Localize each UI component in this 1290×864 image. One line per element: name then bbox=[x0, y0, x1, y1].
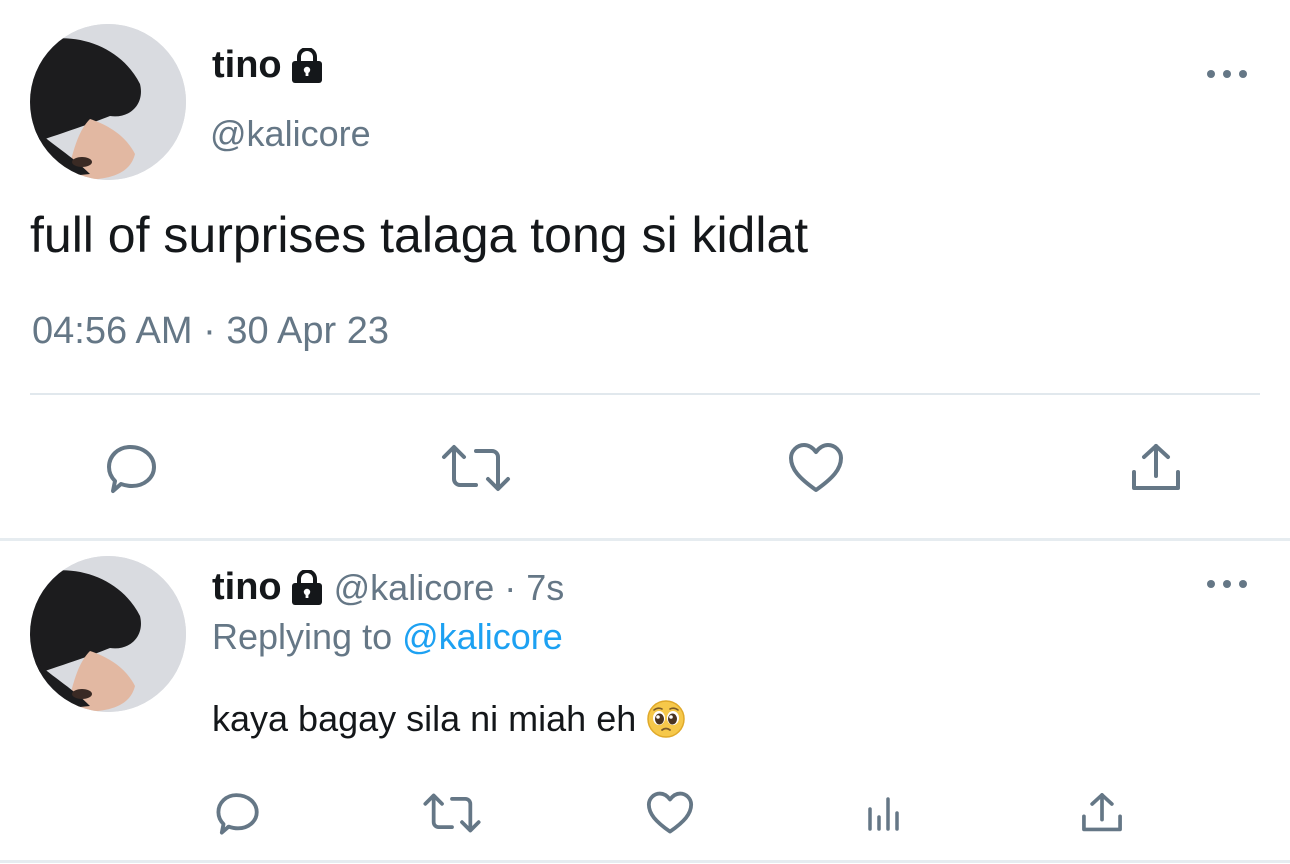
section-divider bbox=[0, 538, 1290, 541]
lock-icon bbox=[290, 46, 324, 84]
bottom-divider bbox=[0, 860, 1290, 863]
user-handle[interactable]: @kalicore bbox=[210, 113, 371, 155]
display-name-text[interactable]: tino bbox=[212, 44, 282, 87]
like-button[interactable] bbox=[642, 788, 698, 838]
retweet-icon bbox=[423, 793, 481, 833]
like-icon bbox=[646, 791, 694, 834]
share-icon bbox=[1132, 444, 1180, 490]
reply-icon bbox=[107, 445, 156, 493]
retweet-button[interactable] bbox=[420, 788, 484, 838]
divider bbox=[30, 393, 1260, 395]
display-name[interactable]: tino bbox=[212, 566, 324, 609]
more-options-icon[interactable] bbox=[1207, 574, 1247, 594]
replying-to-label: Replying to bbox=[212, 616, 393, 657]
analytics-icon bbox=[868, 797, 899, 831]
meta-separator: · bbox=[504, 566, 517, 608]
user-handle[interactable]: @kalicore bbox=[334, 567, 495, 609]
share-button[interactable] bbox=[1074, 788, 1130, 838]
replying-to: Replying to @kalicore bbox=[212, 616, 563, 658]
retweet-icon bbox=[442, 445, 510, 491]
share-button[interactable] bbox=[1124, 440, 1188, 496]
display-name-text[interactable]: tino bbox=[212, 566, 282, 609]
avatar[interactable] bbox=[30, 24, 186, 180]
reply-text: kaya bagay sila ni miah eh bbox=[212, 698, 686, 740]
lock-icon bbox=[290, 568, 324, 606]
avatar[interactable] bbox=[30, 556, 186, 712]
reply-button[interactable] bbox=[100, 440, 164, 496]
like-button[interactable] bbox=[784, 440, 848, 496]
tweet-text: full of surprises talaga tong si kidlat bbox=[30, 207, 809, 263]
analytics-button[interactable] bbox=[858, 788, 910, 838]
like-icon bbox=[789, 443, 843, 492]
share-icon bbox=[1082, 793, 1122, 832]
reply-header: tino @kalicore · 7s bbox=[212, 566, 564, 609]
reply-icon bbox=[216, 793, 259, 835]
display-name[interactable]: tino bbox=[212, 44, 324, 87]
reply-text-content: kaya bagay sila ni miah eh bbox=[212, 698, 637, 739]
reply-button[interactable] bbox=[210, 788, 266, 838]
avatar-image bbox=[30, 556, 186, 712]
tweet-time[interactable]: 7s bbox=[526, 567, 564, 609]
avatar-image bbox=[30, 24, 186, 180]
replying-to-mention[interactable]: @kalicore bbox=[402, 616, 563, 657]
more-options-icon[interactable] bbox=[1207, 64, 1247, 84]
tweet-timestamp[interactable]: 04:56 AM · 30 Apr 23 bbox=[32, 310, 389, 353]
pleading-face-emoji bbox=[646, 699, 686, 739]
retweet-button[interactable] bbox=[438, 440, 514, 496]
